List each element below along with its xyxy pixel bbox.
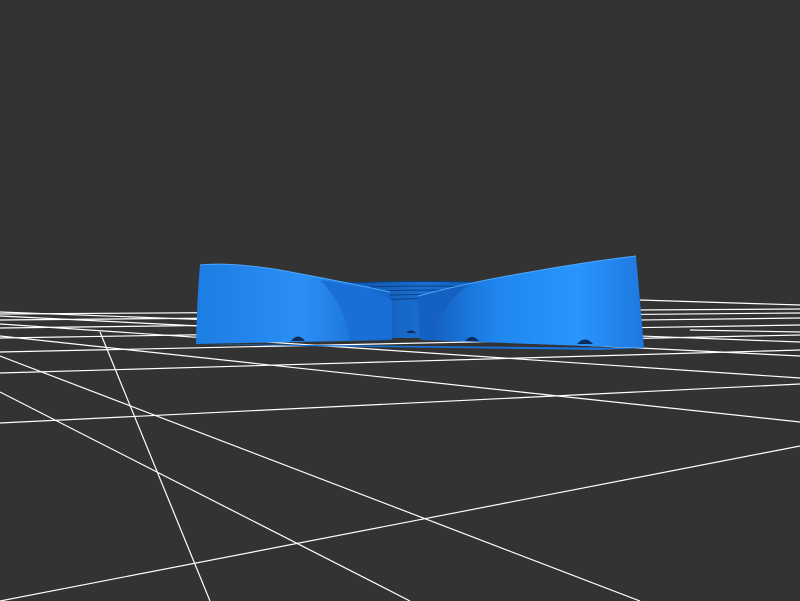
grid-line: [0, 335, 800, 423]
grid-line: [0, 391, 411, 601]
viewport-canvas[interactable]: [0, 0, 800, 601]
grid-line: [0, 355, 641, 601]
blue-3d-model[interactable]: [196, 255, 644, 350]
grid-line: [639, 299, 800, 306]
3d-viewport[interactable]: [0, 0, 800, 601]
grid-line: [0, 445, 800, 601]
grid-line: [0, 383, 800, 424]
grid-line: [689, 329, 800, 333]
model-right-wall: [418, 256, 644, 348]
ground-grid: [0, 299, 800, 601]
grid-line: [99, 331, 211, 601]
